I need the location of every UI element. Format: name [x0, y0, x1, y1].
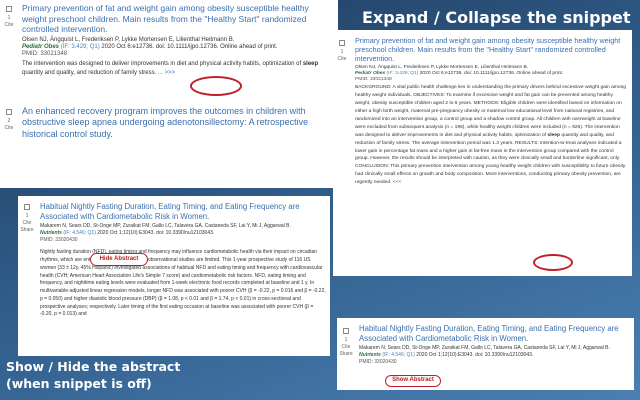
- result-number-2: 2: [7, 118, 11, 124]
- journal-name: Nutrients: [359, 352, 381, 359]
- result-number: 1: [344, 337, 348, 343]
- select-checkbox-2[interactable]: [6, 109, 12, 115]
- cite-link[interactable]: Cite: [5, 22, 14, 29]
- result-number: 1: [25, 213, 29, 219]
- cite-link[interactable]: Cite: [338, 56, 347, 63]
- article-abstract: Nightly fasting duration (NFD), eating t…: [40, 249, 326, 318]
- expand-snippet-link[interactable]: ... >>>: [158, 70, 175, 76]
- hide-abstract-button[interactable]: Hide Abstract: [90, 253, 148, 266]
- result-actions: 1 Cite: [0, 0, 18, 29]
- article-authors: Olsen NJ, Ängquist L, Frederiksen P, Lyk…: [22, 36, 235, 43]
- impact-factor-badge[interactable]: (IF: 4.546; Q1): [63, 230, 96, 236]
- select-checkbox[interactable]: [343, 328, 349, 334]
- highlight-collapse-oval: [533, 254, 573, 271]
- cite-link[interactable]: Cite: [23, 220, 32, 227]
- result-number: 1: [7, 15, 11, 21]
- result-actions: 1 Cite Share: [337, 318, 355, 358]
- select-checkbox[interactable]: [339, 40, 345, 46]
- result-actions-2: 2 Cite: [0, 104, 18, 132]
- article-title-link[interactable]: Primary prevention of fat and weight gai…: [22, 3, 332, 35]
- journal-name: Pediatr Obes: [355, 71, 386, 76]
- article-abstract-full: BACKGROUND: A vital public health challe…: [355, 85, 627, 186]
- highlight-expand-oval: [190, 76, 242, 96]
- result-actions: 1 Cite: [333, 30, 351, 63]
- article-authors: Makarem N, Sears DD, St-Onge MP, Zuraika…: [40, 223, 291, 230]
- result-panel-abstract-shown: 1 Cite Share Habitual Nightly Fasting Du…: [18, 196, 330, 356]
- heading-show-hide-line1: Show / Hide the abstract: [6, 359, 181, 374]
- pmid: PMID: 33021348: [22, 50, 68, 57]
- journal-name: Pediatr Obes: [22, 43, 60, 50]
- pmid-row: PMID: 33020430: [359, 359, 630, 365]
- article-citation: Nutrients (IF: 4.546; Q1) 2020 Oct 1;12(…: [359, 352, 630, 358]
- article-authors: Olsen NJ, Ängquist L, Frederiksen P, Lyk…: [355, 65, 529, 70]
- result-panel-snippet-expanded: 1 Cite Primary prevention of fat and wei…: [333, 30, 632, 276]
- cite-link-2[interactable]: Cite: [5, 125, 14, 132]
- citation-details: 2020 Oct 6:e12736. doi: 10.1111/ijpo.127…: [419, 71, 564, 76]
- select-checkbox[interactable]: [24, 204, 30, 210]
- pmid: PMID: 33021348: [355, 77, 392, 82]
- impact-factor-badge[interactable]: (IF: 3.429; Q1): [387, 71, 419, 76]
- select-checkbox[interactable]: [6, 6, 12, 12]
- cite-link[interactable]: Cite: [342, 344, 351, 351]
- article-title-link-2[interactable]: An enhanced recovery program improves th…: [22, 106, 332, 140]
- article-snippet: The intervention was designed to deliver…: [22, 60, 319, 76]
- impact-factor-badge[interactable]: (IF: 4.546; Q1): [382, 352, 415, 358]
- result-actions: 1 Cite Share: [18, 196, 36, 234]
- result-panel-snippet-collapsed: 1 Cite Primary prevention of fat and wei…: [0, 0, 338, 188]
- heading-expand-collapse: Expand / Collapse the snippet: [362, 8, 631, 27]
- article-citation: Pediatr Obes (IF: 3.429; Q1) 2020 Oct 6:…: [22, 44, 332, 50]
- citation-details: 2020 Oct 1;12(10):E3043. doi: 10.3390/nu…: [97, 230, 215, 237]
- journal-name: Nutrients: [40, 230, 62, 237]
- article-title-link[interactable]: Habitual Nightly Fasting Duration, Eatin…: [359, 324, 630, 343]
- heading-show-hide: Show / Hide the abstract (when snippet i…: [6, 358, 180, 392]
- heading-show-hide-line2: (when snippet is off): [6, 376, 152, 391]
- article-title-link[interactable]: Primary prevention of fat and weight gai…: [355, 36, 628, 63]
- show-abstract-button[interactable]: Show Abstract: [385, 375, 441, 387]
- pmid: PMID: 33020430: [40, 237, 78, 244]
- pmid: PMID: 33020430: [359, 359, 397, 366]
- share-link[interactable]: Share: [339, 351, 352, 358]
- collapse-snippet-link[interactable]: <<<: [393, 180, 402, 185]
- article-authors: Makarem N, Sears DD, St-Onge MP, Zuraika…: [359, 345, 610, 352]
- result-panel-abstract-hidden: 1 Cite Share Habitual Nightly Fasting Du…: [337, 318, 634, 390]
- citation-details: 2020 Oct 6:e12736. doi: 10.1111/ijpo.127…: [101, 43, 278, 50]
- article-citation: Nutrients (IF: 4.546; Q1) 2020 Oct 1;12(…: [40, 230, 326, 236]
- share-link[interactable]: Share: [20, 227, 33, 234]
- article-title-link[interactable]: Habitual Nightly Fasting Duration, Eatin…: [40, 202, 326, 221]
- article-citation: Pediatr Obes (IF: 3.429; Q1) 2020 Oct 6:…: [355, 71, 628, 76]
- impact-factor-badge[interactable]: (IF: 3.429; Q1): [61, 44, 100, 50]
- pmid-row: PMID: 33020430: [40, 237, 326, 247]
- result-number: 1: [340, 49, 344, 55]
- citation-details: 2020 Oct 1;12(10):E3043. doi: 10.3390/nu…: [416, 352, 534, 359]
